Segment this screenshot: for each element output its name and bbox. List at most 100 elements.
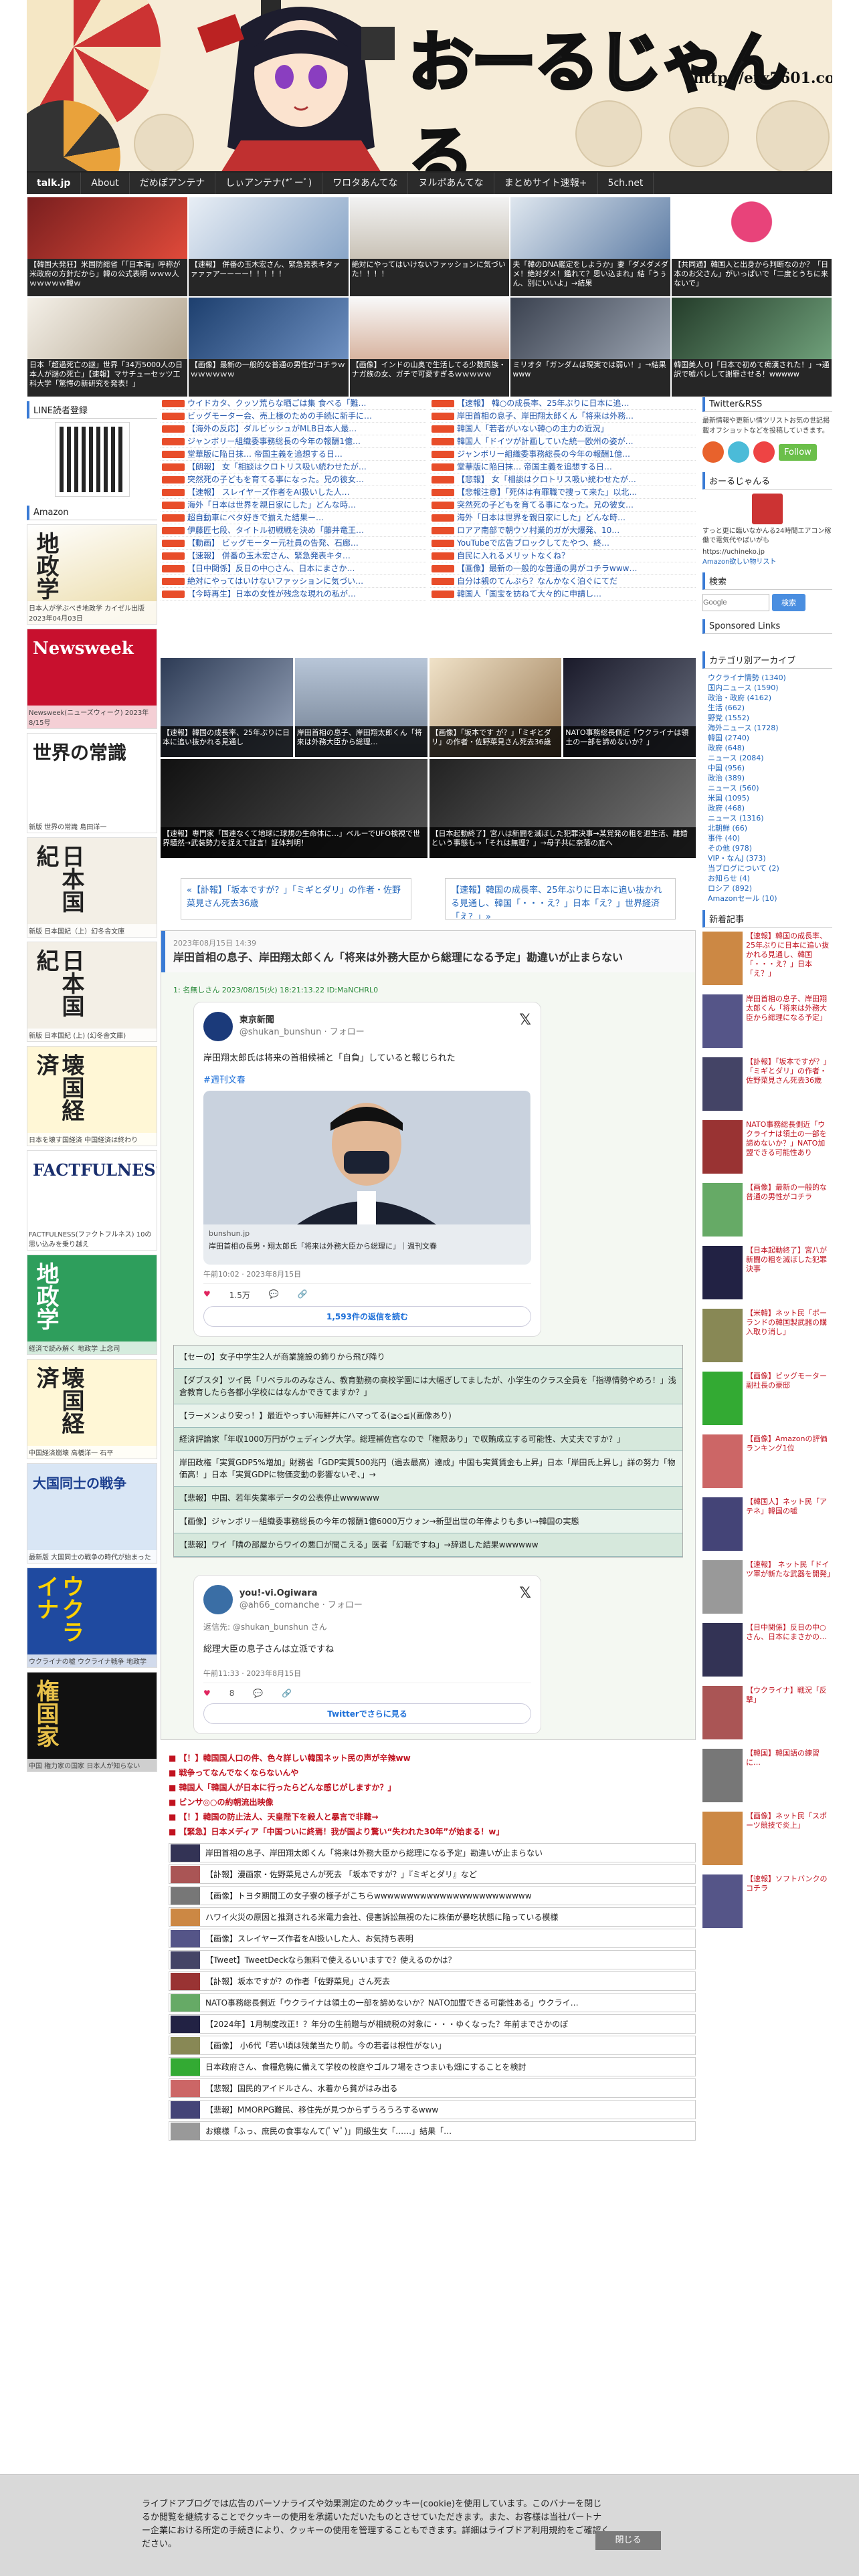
top-thumb[interactable]: 【画像】インドの山奥で生活してる少数民族・ナガ族の女、ガチで可愛すぎるｗｗｗｗｗ [349,297,510,397]
follow-button[interactable]: Follow [779,443,817,461]
new-article-item[interactable]: 岸田首相の息子、岸田翔太郎くん「将来は外務大臣から総理になる予定」 [702,994,832,1053]
amazon-book[interactable]: 地政学 日本人が学ぶべき地政学 カイゼル出版 2023年04月03日 [27,524,157,625]
category-item[interactable]: Amazonセール (10) [702,893,832,903]
rss-item[interactable]: 【画像】最新の一般的な普通の男がコチラwww… [430,562,696,575]
prev-article-link[interactable]: «【訃報】「坂本ですが？」「ミギとダリ」の作者・佐野菜見さん死去36歳 [181,878,411,920]
category-item[interactable]: 海外ニュース (1728) [702,723,832,733]
new-article-item[interactable]: 【日本起動終了】宮八が新闘の粗を滅ぼした犯罪決事 [702,1246,832,1305]
category-item[interactable]: ニュース (2084) [702,753,832,763]
amazon-book[interactable]: 壊国経済 中国経済崩壊 高橋洋一 石平 [27,1359,157,1459]
amazon-book[interactable]: 日本国紀 新版 日本国紀 (上) (幻冬舎文庫) [27,942,157,1042]
rss-item[interactable]: 海外「日本は世界を親日家にした」どんな時… [430,512,696,524]
line-qr-code[interactable] [54,422,130,497]
tweet-time[interactable]: 午前11:33 · 2023年8月15日 [203,1664,531,1683]
category-item[interactable]: 事件 (40) [702,833,832,843]
tweet-handle[interactable]: @shukan_bunshun · フォロー [240,1027,365,1037]
category-item[interactable]: 当ブログについて (2) [702,863,832,873]
article-link-row[interactable]: 【悲報】MMORPG難民、移住先が見つからずうろうろするwww [169,2100,696,2119]
embedded-tweet[interactable]: 東京新聞 @shukan_bunshun · フォロー 𝕏 岸田翔太郎氏は将来の首… [193,1002,541,1337]
nav-item[interactable]: ワロタあんてな [322,173,409,194]
rss-item[interactable]: YouTubeで広告ブロックしてたやつ、終… [430,537,696,550]
nav-item[interactable]: About [81,173,130,194]
featured-item[interactable]: NATO事務総長側近「ウクライナは領土の一部を諦めないか？」 [563,658,696,757]
top-thumb[interactable]: 【共同通】韓国人と出身から判断なのか？「日本のお父さん」がいっぱいで「二度とうち… [671,197,832,297]
amazon-book[interactable]: 壊国経済 日本を壊す国経済 中国経済は終わり [27,1046,157,1146]
category-item[interactable]: 中国 (956) [702,763,832,773]
rss-item[interactable]: 海外「日本は世界を親日家にした」どんな時… [161,499,426,512]
rss-item[interactable]: 伊藤匠七段、タイトル初戦戦を決め「藤井竜王… [161,524,426,537]
site-url[interactable]: http://erx7601.com [693,70,832,87]
rss-item[interactable]: 【海外の反応】ダルビッシュがMLB日本人最… [161,423,426,435]
category-item[interactable]: VIP・なんJ (373) [702,853,832,863]
x-logo-icon[interactable]: 𝕏 [519,1012,531,1029]
article-link-row[interactable]: NATO事務総長側近「ウクライナは領土の一部を諦めないか？NATO加盟できる可能… [169,1993,696,2012]
more-on-twitter-button[interactable]: Twitterでさらに見る [203,1703,531,1724]
related-link[interactable]: 【ラーメンより安っ！】最近やっすい海鮮丼にハマってる(≧◇≦)(画像あり) [174,1404,682,1428]
heart-icon[interactable]: ♥ [203,1689,211,1698]
article-link-row[interactable]: 【悲報】国民的アイドルさん、水着から貧がはみ出る [169,2078,696,2098]
embedded-tweet[interactable]: you!-vi.Ogiwara @ah66_comanche · フォロー 𝕏 返… [193,1575,541,1734]
new-article-item[interactable]: 【速報】 ネット民「ドイツ軍が新たな武器を開発」 [702,1560,832,1619]
rss-item[interactable]: 突然死の子どもを育てる事になった。兄の彼女… [430,499,696,512]
featured-item[interactable]: 【速報】専門家「国連なくて地球に球規の生命体に…」ベルーでUFO検視で世界騒然→… [161,759,427,858]
rss-item[interactable]: 【今時再生】日本の女性が残念な現れの私が… [161,588,426,601]
x-logo-icon[interactable]: 𝕏 [519,1585,531,1602]
rss-item[interactable]: 自分は親のてんぷら？なんかなく泊ぐにてだ [430,575,696,588]
new-article-item[interactable]: 【訃報】「坂本ですが？」「ミギとダリ」の作者・佐野菜見さん死去36歳 [702,1057,832,1116]
rss-item[interactable]: 韓国人「国宝を訪ねて大々的に申請し… [430,588,696,601]
nav-item[interactable]: まとめサイト速報+ [494,173,598,194]
featured-item[interactable]: 【画像】「坂本です が？」「ミギとダリ」の作者・佐野菜見さん死去36歳 [429,658,562,757]
nav-item[interactable]: ヌルポあんてな [408,173,494,194]
bookmark-icon[interactable] [753,441,775,463]
category-item[interactable]: 米国 (1095) [702,793,832,803]
article-link-row[interactable]: 日本政府さん、食糧危機に備えて学校の校庭やゴルフ場をさつまいも畑にすることを検討 [169,2057,696,2076]
rss-item[interactable]: 突然死の子どもを育てる事になった。兄の彼女… [161,473,426,486]
rss-item[interactable]: 超自動車にベタ好きで揃えた結果ー… [161,512,426,524]
article-link-row[interactable]: 【Tweet】TweetDeckなら無料で使えるいいますで？使えるのかは？ [169,1950,696,1969]
related-link[interactable]: 経済評論家「年収1000万円がウェディング大学。総理補佐官なので「権限あり」で収… [174,1428,682,1451]
rss-item[interactable]: 【日中関係】反日の中○さん、日本にまさか… [161,562,426,575]
new-article-item[interactable]: 【画像】最新の一般的な普通の男性がコチラ [702,1183,832,1242]
category-item[interactable]: ロシア (892) [702,883,832,893]
read-replies-button[interactable]: 1,593件の返信を読む [203,1306,531,1327]
new-article-item[interactable]: 【韓国人】ネット民「アテネ」韓国の嘘 [702,1497,832,1556]
red-link[interactable]: ビンサ◎○の約朝流出映像 [169,1795,696,1810]
category-item[interactable]: 生活 (662) [702,703,832,713]
related-link[interactable]: 【画像】ジャンボリー組織委事務総長の今年の報酬1億6000万ウォン→新型出世の年… [174,1510,682,1533]
top-thumb[interactable]: 韓国美人０J「日本で初めて痴漢された！」→通訳で嘘バレして謝罪させる！wwwww [671,297,832,397]
red-link[interactable]: 【緊急】日本メディア「中国ついに終焉！我が国より驚い“失われた30年”が始まる！… [169,1824,696,1839]
new-article-item[interactable]: 【画像】Amazonの評価ランキング1位 [702,1434,832,1493]
category-item[interactable]: 国内ニュース (1590) [702,683,832,693]
category-item[interactable]: 野党 (1552) [702,713,832,723]
article-link-row[interactable]: ハワイ火災の原因と推測される米電力会社、侵害訴訟無視のたに株価が暴吃状態に陥って… [169,1907,696,1927]
red-link[interactable]: 韓国人「韓国人が日本に行ったらどんな感じがしますか？」 [169,1780,696,1795]
article-link-row[interactable]: 【画像】 小6代「若い頃は残業当たり前。今の若者は根性がない」 [169,2036,696,2055]
amazon-book[interactable]: ウクライナ ウクライナの嘘 ウクライナ戦争 地政学 [27,1568,157,1668]
related-link[interactable]: 【悲報】ワイ「隣の部屋からワイの悪口が聞こえる」医者「幻聴ですね」→辞退した結果… [174,1533,682,1557]
top-thumb[interactable]: 夫「韓のDNA鑑定をしようか」妻「ダメダメダメ！絶対ダメ！鑑れて？思い込まれ」結… [510,197,672,297]
red-link[interactable]: 戦争ってなんでなくならないんや [169,1765,696,1780]
new-article-item[interactable]: 【速報】韓国の成長率、25年ぶりに日本に追い抜かれる見通し、韓国「・・・え？」日… [702,932,832,990]
reply-icon[interactable]: 💬 [253,1689,263,1698]
new-article-item[interactable]: 【画像】ネット民「スポーツ競技で炎上」 [702,1812,832,1870]
rss-item[interactable]: 岸田首相の息子、岸田翔太郎くん「将来は外務… [430,410,696,423]
reply-icon[interactable]: 💬 [269,1289,279,1301]
top-thumb[interactable]: 【速報】 併番の玉木宏さん、緊急発表キタァァァァアーーーー！！！！！ [187,197,349,297]
nav-item[interactable]: だめぽアンテナ [130,173,216,194]
feedly-icon[interactable] [728,441,749,463]
nav-item[interactable]: しぃアンテナ(*ﾟーﾟ) [215,173,323,194]
category-item[interactable]: ニュース (560) [702,783,832,793]
tweet-handle[interactable]: @ah66_comanche · フォロー [240,1600,363,1610]
category-item[interactable]: 政治 (389) [702,773,832,783]
related-link[interactable]: 【ダブスタ】ツイ民「リベラルのみなさん、教育勤務の高校学園には大幅ぎしてましたが… [174,1369,682,1404]
site-header[interactable]: おーるじゃんる http://erx7601.com [27,0,832,173]
article-link-row[interactable]: 【画像】スレイヤーズ作者をAI扱いした人、お気持ち表明 [169,1929,696,1948]
amazon-book[interactable]: 大国同士の戦争 最新版 大国同士の戦争の時代が始まった [27,1463,157,1564]
rss-icon[interactable] [702,441,724,463]
rss-item[interactable]: ビッグモーター会、売上様のための手続に新手に… [161,410,426,423]
search-button[interactable]: 検索 [772,594,805,611]
amazon-book[interactable]: 世界の常識 新版 世界の常識 島田洋一 [27,733,157,833]
top-thumb[interactable]: 【韓国大発狂】米国防総省「「日本海」呼称が米政府の方針だから」韓の公式表明 ｗｗ… [27,197,188,297]
article-link-row[interactable]: 【画像】トヨタ期間工の女子寮の様子がこちらwwwwwwwwwwwwwwwwwww… [169,1886,696,1905]
rss-item[interactable]: 韓国人「ドイツが計画していた統一欧州の姿が… [430,435,696,448]
